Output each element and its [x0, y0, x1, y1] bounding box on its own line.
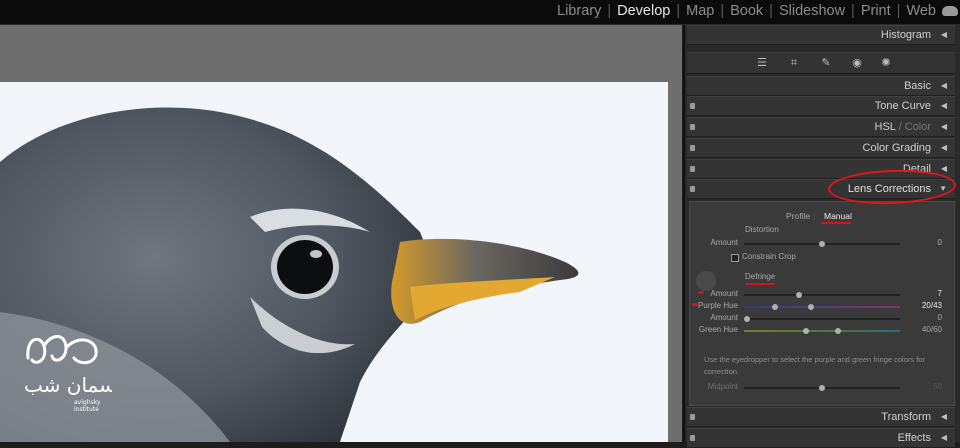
panel-switch-icon[interactable] [690, 124, 695, 130]
green-amount-value: 0 [937, 313, 942, 322]
tab-profile[interactable]: Profile [786, 211, 810, 221]
watermark-sub1: avighsky [74, 399, 101, 406]
lens-corrections-body: Profile | Manual Distortion Amount 0 Con… [689, 201, 955, 406]
hsl-label: HSL [874, 121, 896, 133]
collapse-triangle-icon: ◀ [940, 101, 947, 110]
distortion-amount-label: Amount [710, 238, 738, 247]
green-hue-label: Green Hue [698, 325, 738, 334]
watermark-sub2: institute [74, 406, 99, 413]
purple-amount-slider[interactable] [744, 292, 900, 298]
defringe-help-text: Use the eyedropper to select the purple … [704, 355, 925, 376]
slider-thumb[interactable] [834, 328, 841, 334]
module-bar: Library | Develop | Map | Book | Slideshow | Print… [0, 0, 960, 25]
color-grading-title: Color Grading [862, 142, 931, 154]
slider-thumb[interactable] [819, 241, 825, 247]
hsl-header[interactable]: HSL / Color ◀ [687, 117, 955, 137]
module-develop[interactable]: Develop [617, 3, 670, 19]
collapse-triangle-icon: ◀ [940, 122, 947, 131]
distortion-amount-slider[interactable] [744, 241, 900, 247]
panel-switch-icon[interactable] [690, 435, 695, 441]
midpoint-label: Midpoint [707, 382, 738, 391]
purple-amount-label: Amount [710, 289, 738, 298]
annotation-underline [821, 222, 851, 224]
module-slideshow[interactable]: Slideshow [779, 3, 845, 19]
collapse-triangle-icon: ◀ [940, 81, 947, 90]
masking-icon[interactable]: ✺ [879, 56, 893, 70]
collapse-triangle-icon: ◀ [940, 433, 947, 442]
basic-title: Basic [904, 80, 931, 92]
crop-icon[interactable]: ⌗ [787, 56, 801, 70]
annotation-underline [745, 283, 775, 285]
green-amount-label: Amount [710, 313, 738, 322]
green-hue-value: 40/60 [921, 325, 942, 334]
collapse-triangle-icon: ◀ [940, 30, 947, 39]
tone-curve-title: Tone Curve [874, 100, 931, 112]
purple-hue-slider[interactable] [744, 304, 900, 310]
midpoint-slider[interactable] [744, 385, 900, 391]
slider-thumb[interactable] [744, 316, 751, 322]
panel-switch-icon[interactable] [690, 414, 695, 420]
collapse-triangle-icon: ◀ [940, 412, 947, 421]
module-print[interactable]: Print [861, 3, 891, 19]
cloud-icon[interactable] [942, 6, 958, 16]
effects-header[interactable]: Effects ◀ [687, 428, 955, 448]
hsl-title: HSL / Color [875, 121, 931, 133]
color-grading-header[interactable]: Color Grading ◀ [687, 138, 955, 158]
collapse-triangle-icon: ◀ [940, 143, 947, 152]
red-eye-icon[interactable]: ◉ [850, 56, 864, 70]
transform-title: Transform [881, 411, 931, 423]
watermark-logo: آسمان شب avighsky institute [22, 330, 123, 420]
slider-thumb[interactable] [803, 328, 810, 334]
fringe-eyedropper-icon[interactable] [696, 271, 716, 291]
slider-thumb[interactable] [819, 385, 825, 391]
panel-switch-icon[interactable] [690, 145, 695, 151]
basic-header[interactable]: Basic ◀ [687, 76, 955, 96]
purple-amount-value: 7 [937, 289, 942, 298]
tone-curve-header[interactable]: Tone Curve ◀ [687, 96, 955, 116]
tab-manual[interactable]: Manual [824, 211, 852, 221]
module-picker: Library | Develop | Map | Book | Slideshow | Print… [557, 3, 936, 19]
panel-switch-icon[interactable] [690, 186, 695, 192]
purple-hue-value: 20/43 [921, 301, 942, 310]
collapse-triangle-icon: ◀ [940, 164, 947, 173]
panel-switch-icon[interactable] [690, 166, 695, 172]
defringe-heading: Defringe [745, 272, 776, 281]
healing-brush-icon[interactable]: ✎ [819, 56, 833, 70]
effects-title: Effects [897, 432, 931, 444]
distortion-amount-value: 0 [937, 238, 942, 247]
constrain-crop-checkbox[interactable] [731, 254, 739, 262]
sliders-icon[interactable]: ☰ [755, 56, 769, 70]
develop-panel: Histogram ◀ ☰ ⌗ ✎ ◉ ✺ Basic ◀ Tone Curve… [683, 25, 960, 448]
transform-header[interactable]: Transform ◀ [687, 407, 955, 427]
slider-thumb[interactable] [795, 292, 802, 298]
slider-thumb[interactable] [772, 304, 779, 310]
green-amount-slider[interactable] [744, 316, 900, 322]
panel-switch-icon[interactable] [690, 103, 695, 109]
tool-strip: ☰ ⌗ ✎ ◉ ✺ [687, 52, 955, 74]
histogram-header[interactable]: Histogram ◀ [687, 25, 955, 45]
slider-thumb[interactable] [808, 304, 815, 310]
purple-hue-label: Purple Hue [697, 301, 738, 310]
constrain-crop-label: Constrain Crop [742, 252, 796, 261]
module-map[interactable]: Map [686, 3, 714, 19]
color-label: Color [904, 121, 931, 133]
watermark-text: آسمان شب [24, 372, 112, 397]
module-web[interactable]: Web [906, 3, 936, 19]
hsl-separator: / [895, 121, 905, 133]
distortion-heading: Distortion [745, 225, 779, 234]
histogram-title: Histogram [880, 29, 931, 41]
module-library[interactable]: Library [557, 3, 601, 19]
green-hue-slider[interactable] [744, 328, 900, 334]
midpoint-value: 50 [933, 382, 942, 391]
watermark-graphic: آسمان شب avighsky institute [24, 335, 123, 413]
module-book[interactable]: Book [730, 3, 763, 19]
